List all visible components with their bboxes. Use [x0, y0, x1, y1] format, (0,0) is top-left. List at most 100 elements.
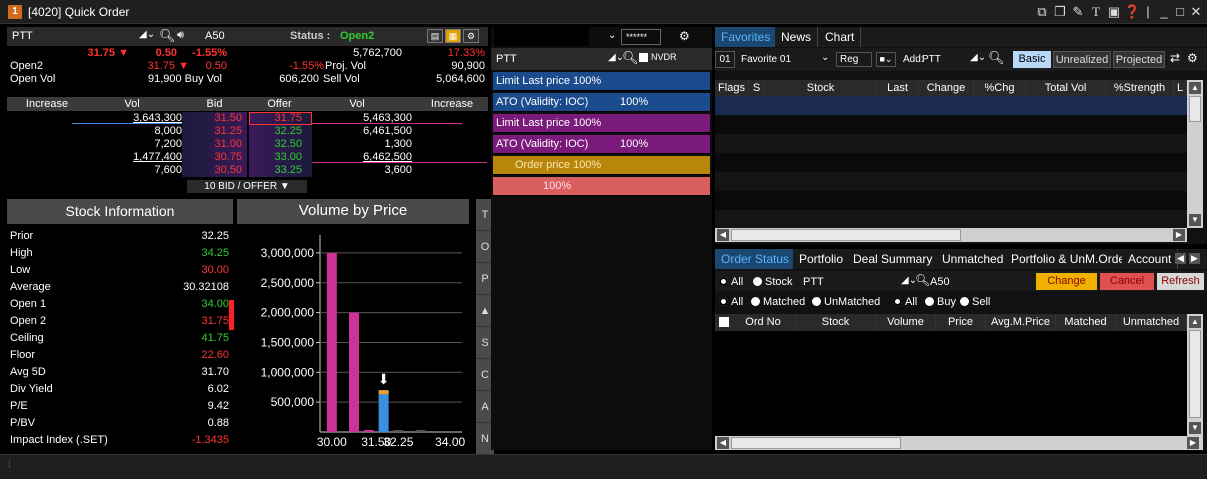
- bid-price[interactable]: 31.25: [197, 125, 242, 137]
- gear-icon[interactable]: ⚙: [679, 29, 690, 43]
- offer-price[interactable]: 31.75: [257, 112, 302, 124]
- book-row[interactable]: 7,200 31.00 32.50 1,300: [7, 138, 488, 151]
- quick-order-button[interactable]: Limit Last price 100%: [493, 114, 710, 133]
- account-dropdown-icon[interactable]: ⌄: [608, 30, 616, 41]
- order-symbol[interactable]: PTT: [496, 53, 517, 65]
- close-icon[interactable]: ✕: [1188, 4, 1204, 20]
- filter-stock-radio[interactable]: Stock: [753, 276, 793, 288]
- search-icon[interactable]: 🔍︎: [915, 273, 930, 287]
- col-strength[interactable]: %Strength: [1106, 80, 1174, 96]
- list-number[interactable]: 01: [715, 51, 735, 68]
- cancel-button[interactable]: Cancel: [1100, 273, 1154, 290]
- add-input[interactable]: PTT: [922, 54, 941, 65]
- maximize-icon[interactable]: □: [1172, 4, 1188, 19]
- col-unmatched[interactable]: Unmatched: [1116, 314, 1187, 331]
- bid-price[interactable]: 30.75: [197, 151, 242, 163]
- status-filter-unmatched[interactable]: UnMatched: [812, 296, 880, 308]
- col-volume[interactable]: Volume: [876, 314, 936, 331]
- layout-alt-icon[interactable]: ▦: [445, 29, 461, 43]
- bid-price[interactable]: 31.00: [197, 138, 242, 150]
- orders-hscroll[interactable]: ◀ ▶: [715, 436, 1203, 450]
- favorites-selected-row[interactable]: [715, 96, 1187, 115]
- minimize-icon[interactable]: _: [1156, 4, 1172, 19]
- quick-order-button[interactable]: Limit Last price 100%: [493, 72, 710, 91]
- status-filter-all[interactable]: All: [719, 296, 743, 308]
- symbol-input[interactable]: PTT: [12, 30, 33, 42]
- market-code[interactable]: A50: [205, 30, 225, 42]
- book-row[interactable]: 7,600 30.50 33.25 3,600: [7, 164, 488, 177]
- settings-icon[interactable]: ▣: [1106, 4, 1122, 20]
- pin-field[interactable]: ******: [621, 29, 661, 45]
- help-icon[interactable]: ❓: [1124, 4, 1140, 20]
- tab-order-status[interactable]: Order Status: [715, 249, 797, 269]
- quick-order-button[interactable]: 100%: [493, 177, 710, 196]
- tab-scroll-left-icon[interactable]: ◀: [1175, 253, 1186, 264]
- account-field[interactable]: [494, 27, 589, 46]
- search-icon[interactable]: 🔍︎: [159, 28, 176, 44]
- tab-account[interactable]: Account: [1122, 249, 1179, 269]
- list-name[interactable]: Favorite 01: [741, 54, 791, 65]
- col-ord-no[interactable]: Ord No: [731, 314, 796, 331]
- filter-all-radio[interactable]: All: [719, 276, 743, 288]
- offer-price[interactable]: 32.50: [257, 138, 302, 150]
- book-row[interactable]: 1,477,400 30.75 33.00 6,462,500: [7, 151, 488, 164]
- tab-scroll-right-icon[interactable]: ▶: [1189, 253, 1200, 264]
- tab-deal-summary[interactable]: Deal Summary: [847, 249, 940, 269]
- pin-icon[interactable]: ✎: [1070, 4, 1086, 20]
- speaker-icon[interactable]: 🔊︎: [177, 29, 184, 42]
- tab-news[interactable]: News: [775, 27, 819, 47]
- refresh-icon[interactable]: ⇄: [1170, 51, 1180, 65]
- list-dropdown-icon[interactable]: ⌄: [821, 52, 829, 63]
- reg-select[interactable]: Reg: [836, 52, 872, 67]
- quick-order-button[interactable]: ATO (Validity: IOC) 100%: [493, 135, 710, 154]
- offer-price[interactable]: 33.25: [257, 164, 302, 176]
- nvdr-checkbox[interactable]: [639, 53, 648, 62]
- col-avg-m-price[interactable]: Avg.M.Price: [986, 314, 1056, 331]
- col-s[interactable]: S: [749, 80, 765, 96]
- view-unrealized[interactable]: Unrealized: [1053, 51, 1111, 68]
- favorites-hscroll[interactable]: ◀ ▶: [715, 228, 1187, 242]
- book-row[interactable]: 3,643,300 31.50 31.75 5,463,300: [7, 112, 488, 125]
- quick-order-button[interactable]: Order price 100%: [493, 156, 710, 175]
- col-change[interactable]: Change: [919, 80, 974, 96]
- add-dropdown-icon[interactable]: ◢⌄: [970, 52, 986, 63]
- refresh-button[interactable]: Refresh: [1157, 273, 1204, 290]
- change-button[interactable]: Change: [1036, 273, 1097, 290]
- bid-price[interactable]: 31.50: [197, 112, 242, 124]
- tab-favorites[interactable]: Favorites: [715, 27, 778, 47]
- search-icon[interactable]: 🔍︎: [622, 50, 639, 66]
- tab-portfolio-unm[interactable]: Portfolio & UnM.Order: [1005, 249, 1137, 269]
- select-all-checkbox[interactable]: [719, 317, 729, 327]
- code-filter[interactable]: A50: [930, 276, 950, 288]
- tab-chart[interactable]: Chart: [819, 27, 862, 47]
- stock-filter-input[interactable]: PTT: [803, 276, 824, 288]
- col-total-vol[interactable]: Total Vol: [1026, 80, 1106, 96]
- col-flags[interactable]: Flags: [715, 80, 749, 96]
- col-pctchg[interactable]: %Chg: [974, 80, 1026, 96]
- bid-offer-toggle[interactable]: 10 BID / OFFER ▼: [187, 180, 307, 193]
- book-row[interactable]: 8,000 31.25 32.25 6,461,500: [7, 125, 488, 138]
- status-filter-matched[interactable]: Matched: [751, 296, 805, 308]
- col-order-stock[interactable]: Stock: [796, 314, 876, 331]
- color-select[interactable]: ■⌄: [876, 52, 896, 67]
- gear-icon[interactable]: ⚙: [1187, 51, 1198, 65]
- font-size-icon[interactable]: T: [1088, 4, 1104, 20]
- col-stock[interactable]: Stock: [765, 80, 877, 96]
- side-filter-all[interactable]: All: [893, 296, 917, 308]
- col-l[interactable]: L: [1174, 80, 1187, 96]
- offer-price[interactable]: 33.00: [257, 151, 302, 163]
- view-projected[interactable]: Projected: [1113, 51, 1165, 68]
- side-filter-buy[interactable]: Buy: [925, 296, 956, 308]
- quick-order-button[interactable]: ATO (Validity: IOC) 100%: [493, 93, 710, 112]
- copy-window-icon[interactable]: ❐: [1052, 4, 1068, 20]
- tab-unmatched[interactable]: Unmatched: [936, 249, 1011, 269]
- tab-portfolio[interactable]: Portfolio: [793, 249, 851, 269]
- bid-price[interactable]: 30.50: [197, 164, 242, 176]
- offer-price[interactable]: 32.25: [257, 125, 302, 137]
- orders-vscroll[interactable]: ▲ ▼: [1187, 314, 1203, 436]
- favorites-vscroll[interactable]: ▲ ▼: [1187, 80, 1203, 228]
- side-filter-sell[interactable]: Sell: [960, 296, 990, 308]
- resize-grip-icon[interactable]: ⁞: [8, 460, 11, 471]
- view-basic[interactable]: Basic: [1013, 51, 1051, 68]
- gear-icon[interactable]: ⚙: [463, 29, 479, 43]
